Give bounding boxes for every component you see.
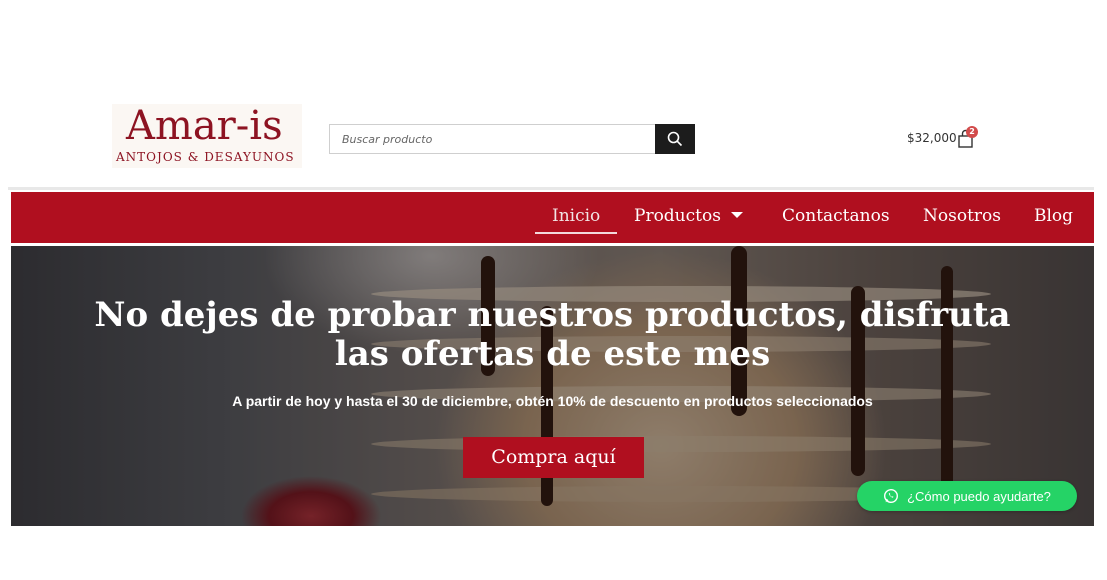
brand-name: Amar-is	[126, 103, 283, 149]
search-button[interactable]	[655, 124, 695, 154]
nav-item-nosotros[interactable]: Nosotros	[923, 206, 1001, 226]
nav-item-productos[interactable]: Productos	[634, 206, 743, 226]
brand-tagline: ANTOJOS & DESAYUNOS	[116, 150, 295, 164]
buy-now-button[interactable]: Compra aquí	[463, 437, 644, 478]
search-bar	[329, 124, 695, 154]
hero-subtitle: A partir de hoy y hasta el 30 de diciemb…	[232, 393, 873, 409]
cart-total[interactable]: $32,000	[907, 131, 957, 145]
brand-logo[interactable]: Amar-is ANTOJOS & DESAYUNOS	[112, 104, 302, 168]
main-nav: Inicio Productos Contactanos Nosotros Bl…	[11, 192, 1094, 243]
cart-count-badge: 2	[966, 126, 978, 138]
whatsapp-chat-button[interactable]: ¿Cómo puedo ayudarte?	[857, 481, 1077, 511]
header-divider	[8, 187, 1094, 190]
search-icon	[667, 131, 683, 147]
hero-title: No dejes de probar nuestros productos, d…	[94, 295, 1011, 374]
nav-item-contactanos[interactable]: Contactanos	[782, 206, 890, 226]
active-nav-indicator	[535, 232, 617, 234]
search-input[interactable]	[330, 125, 656, 153]
nav-item-productos-label: Productos	[634, 206, 721, 226]
nav-item-inicio[interactable]: Inicio	[552, 206, 600, 226]
nav-item-blog[interactable]: Blog	[1034, 206, 1073, 226]
whatsapp-label: ¿Cómo puedo ayudarte?	[907, 488, 1051, 504]
whatsapp-icon	[884, 488, 899, 504]
chevron-down-icon	[730, 211, 743, 218]
